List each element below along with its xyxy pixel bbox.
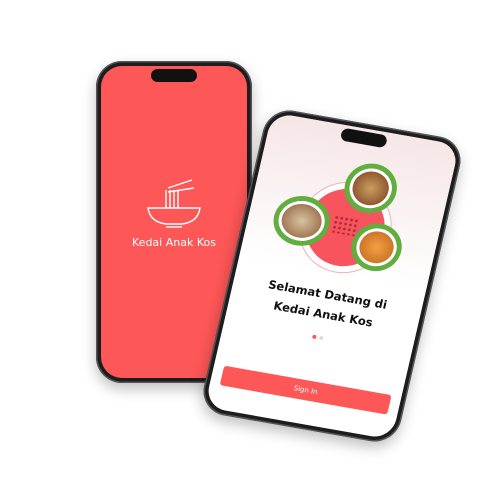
page-dot-active[interactable] [311,334,317,340]
sign-in-button[interactable]: Sign In [219,365,392,415]
page-dot[interactable] [318,335,324,341]
app-name: Kedai Anak Kos [132,236,216,249]
dynamic-island [151,69,197,82]
noodle-bowl-icon [147,179,201,228]
page-indicator [311,334,324,341]
